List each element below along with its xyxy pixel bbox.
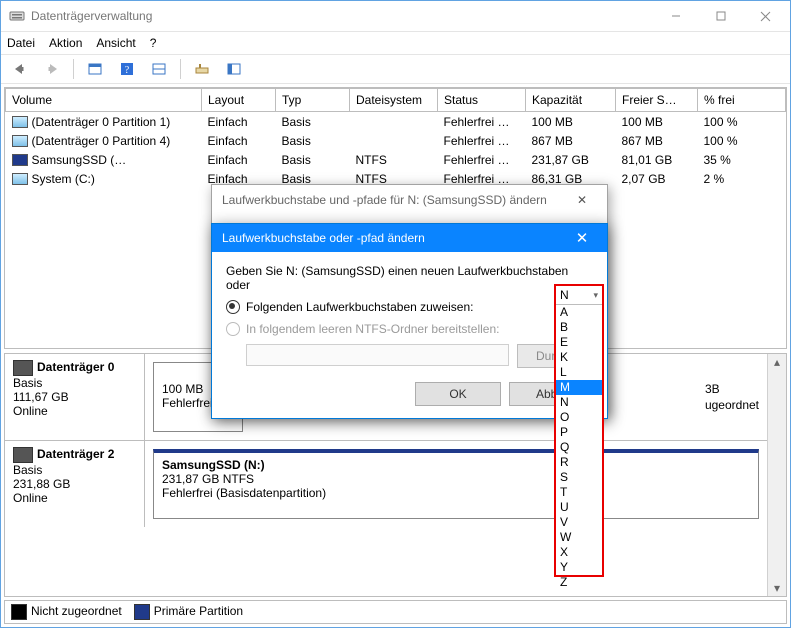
- volume-icon: [12, 154, 28, 166]
- dialog-assign-letter: Laufwerkbuchstabe oder -pfad ändern ✕ Ge…: [211, 223, 608, 419]
- menubar: Datei Aktion Ansicht ?: [1, 31, 790, 55]
- drive-letter-option[interactable]: R: [556, 455, 602, 470]
- dialog1-title: Laufwerkbuchstabe und -pfade für N: (Sam…: [222, 193, 547, 207]
- col-volume[interactable]: Volume: [6, 89, 202, 112]
- toolbar-icon-1[interactable]: [82, 57, 108, 81]
- menu-datei[interactable]: Datei: [7, 36, 35, 50]
- drive-letter-list[interactable]: ABEKLMNOPQRSTUVWXYZ: [556, 305, 602, 575]
- scroll-up-icon[interactable]: ▴: [769, 354, 785, 370]
- drive-letter-option[interactable]: K: [556, 350, 602, 365]
- combo-value: N: [560, 288, 569, 302]
- drive-letter-option[interactable]: Q: [556, 440, 602, 455]
- volume-icon: [12, 173, 28, 185]
- dialog2-instruction: Geben Sie N: (SamsungSSD) einen neuen La…: [226, 264, 593, 292]
- legend-unalloc: Nicht zugeordnet: [31, 604, 122, 618]
- disk0-size-fragment: 3B: [705, 382, 720, 396]
- dialog2-ok-button[interactable]: OK: [415, 382, 501, 406]
- menu-help[interactable]: ?: [150, 36, 157, 50]
- dialog2-close-icon[interactable]: ✕: [567, 229, 597, 247]
- volume-icon: [12, 135, 28, 147]
- radio-assign-label: Folgenden Laufwerkbuchstaben zuweisen:: [246, 300, 473, 314]
- col-cap[interactable]: Kapazität: [526, 89, 616, 112]
- toolbar-icon-3[interactable]: [146, 57, 172, 81]
- volume-row[interactable]: (Datenträger 0 Partition 1)EinfachBasisF…: [6, 112, 786, 132]
- disk-header-2[interactable]: Datenträger 2 Basis 231,88 GB Online: [5, 441, 145, 527]
- volume-row[interactable]: SamsungSSD (…EinfachBasisNTFSFehlerfrei …: [6, 150, 786, 169]
- disk2-type: Basis: [13, 463, 136, 477]
- col-free[interactable]: Freier S…: [616, 89, 698, 112]
- col-status[interactable]: Status: [438, 89, 526, 112]
- toolbar: ?: [1, 55, 790, 84]
- help-icon[interactable]: ?: [114, 57, 140, 81]
- disk0-state: Online: [13, 404, 136, 418]
- drive-letter-option[interactable]: V: [556, 515, 602, 530]
- svg-text:?: ?: [125, 65, 130, 76]
- drive-letter-option[interactable]: Z: [556, 575, 602, 590]
- legend: Nicht zugeordnet Primäre Partition: [4, 600, 787, 624]
- radio-assign-letter[interactable]: Folgenden Laufwerkbuchstaben zuweisen:: [226, 300, 593, 314]
- volume-table: Volume Layout Typ Dateisystem Status Kap…: [5, 88, 786, 188]
- drive-letter-option[interactable]: E: [556, 335, 602, 350]
- legend-swatch-unalloc: [11, 604, 27, 620]
- dialog2-title: Laufwerkbuchstabe oder -pfad ändern: [222, 231, 425, 245]
- volume-icon: [12, 116, 28, 128]
- disk-icon: [13, 447, 33, 463]
- drive-letter-option[interactable]: O: [556, 410, 602, 425]
- menu-ansicht[interactable]: Ansicht: [96, 36, 135, 50]
- radio-mount-label: In folgendem leeren NTFS-Ordner bereitst…: [246, 322, 499, 336]
- disk0-type: Basis: [13, 376, 136, 390]
- disk0-size: 111,67 GB: [13, 390, 136, 404]
- nav-forward-button[interactable]: [39, 57, 65, 81]
- app-icon: [9, 8, 25, 24]
- drive-letter-option[interactable]: A: [556, 305, 602, 320]
- drive-letter-option[interactable]: Y: [556, 560, 602, 575]
- maximize-button[interactable]: [698, 2, 743, 30]
- window-title: Datenträgerverwaltung: [31, 9, 653, 23]
- disk-icon: [13, 360, 33, 376]
- col-fs[interactable]: Dateisystem: [350, 89, 438, 112]
- drive-letter-option[interactable]: L: [556, 365, 602, 380]
- drive-letter-option[interactable]: S: [556, 470, 602, 485]
- disk2-state: Online: [13, 491, 136, 505]
- menu-aktion[interactable]: Aktion: [49, 36, 82, 50]
- disk-management-window: Datenträgerverwaltung Datei Aktion Ansic…: [0, 0, 791, 628]
- chevron-down-icon: ▾: [593, 290, 598, 301]
- minimize-button[interactable]: [653, 2, 698, 30]
- drive-letter-option[interactable]: P: [556, 425, 602, 440]
- disk0-unalloc-fragment: ugeordnet: [705, 398, 759, 412]
- drive-letter-option[interactable]: M: [556, 380, 602, 395]
- drive-letter-combo[interactable]: N ▾ ABEKLMNOPQRSTUVWXYZ: [554, 284, 604, 577]
- close-button[interactable]: [743, 2, 788, 30]
- disk-header-0[interactable]: Datenträger 0 Basis 111,67 GB Online: [5, 354, 145, 440]
- disk2-size: 231,88 GB: [13, 477, 136, 491]
- drive-letter-option[interactable]: X: [556, 545, 602, 560]
- drive-letter-option[interactable]: W: [556, 530, 602, 545]
- scroll-down-icon[interactable]: ▾: [769, 580, 785, 596]
- legend-primary: Primäre Partition: [154, 604, 243, 618]
- drive-letter-option[interactable]: U: [556, 500, 602, 515]
- mount-path-input: [246, 344, 509, 366]
- disk-row-2: Datenträger 2 Basis 231,88 GB Online Sam…: [5, 441, 767, 527]
- drive-letter-option[interactable]: N: [556, 395, 602, 410]
- nav-back-button[interactable]: [7, 57, 33, 81]
- col-layout[interactable]: Layout: [202, 89, 276, 112]
- col-typ[interactable]: Typ: [276, 89, 350, 112]
- toolbar-icon-4[interactable]: [189, 57, 215, 81]
- drive-letter-option[interactable]: B: [556, 320, 602, 335]
- disk-scrollbar[interactable]: ▴ ▾: [767, 354, 786, 596]
- legend-swatch-primary: [134, 604, 150, 620]
- volume-row[interactable]: (Datenträger 0 Partition 4)EinfachBasisF…: [6, 131, 786, 150]
- dialog1-close-icon[interactable]: ✕: [567, 193, 597, 207]
- toolbar-icon-5[interactable]: [221, 57, 247, 81]
- partition-samsungssd[interactable]: SamsungSSD (N:) 231,87 GB NTFS Fehlerfre…: [153, 449, 759, 519]
- drive-letter-option[interactable]: T: [556, 485, 602, 500]
- col-pct[interactable]: % frei: [698, 89, 786, 112]
- titlebar: Datenträgerverwaltung: [1, 1, 790, 31]
- radio-icon: [226, 300, 240, 314]
- radio-mount-folder[interactable]: In folgendem leeren NTFS-Ordner bereitst…: [226, 322, 593, 336]
- radio-icon: [226, 322, 240, 336]
